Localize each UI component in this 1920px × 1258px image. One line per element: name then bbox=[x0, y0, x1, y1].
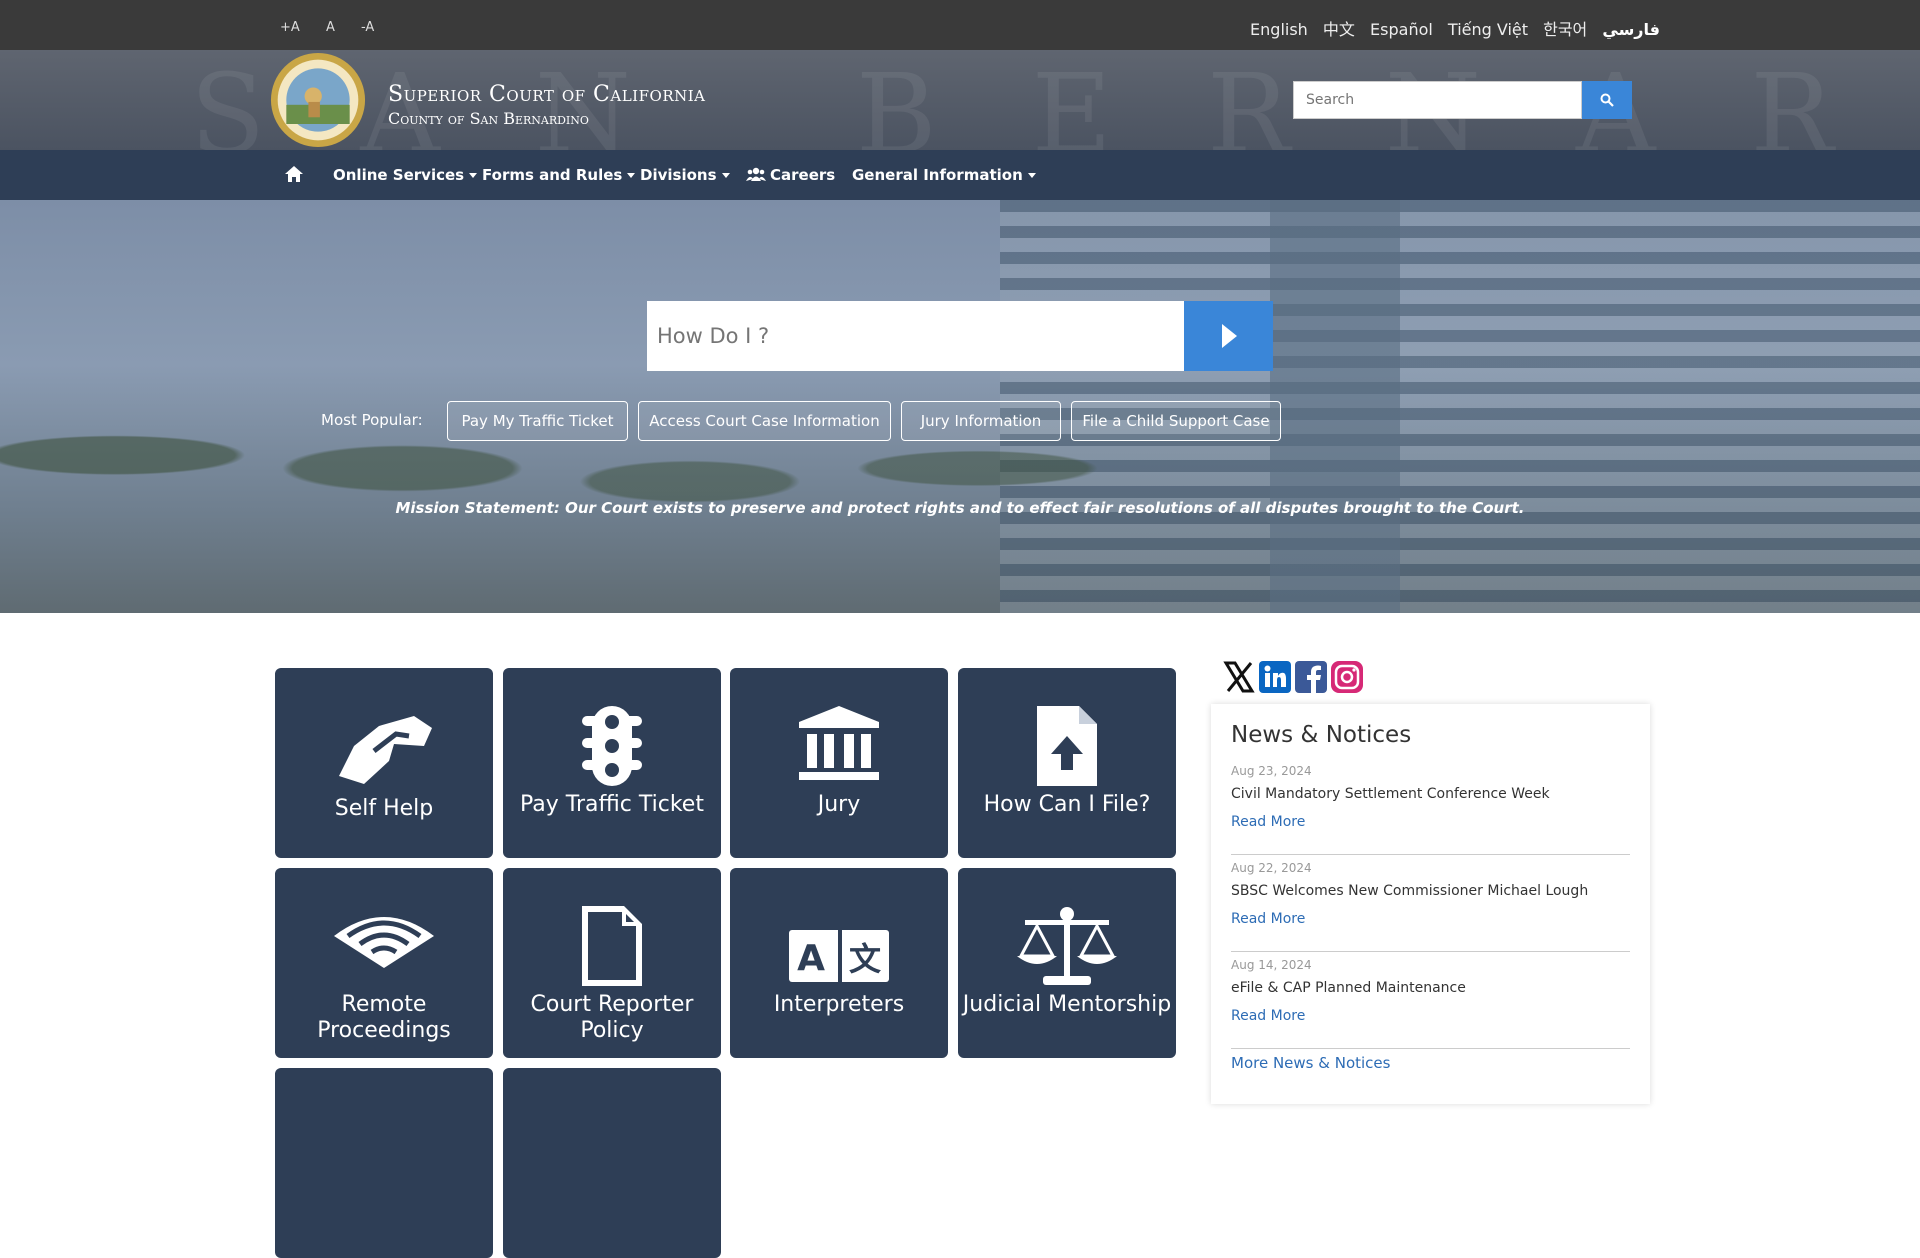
tile-label: Jury bbox=[817, 792, 861, 817]
tile-self-help[interactable]: Self Help bbox=[275, 668, 493, 858]
news-heading: News & Notices bbox=[1231, 722, 1412, 748]
popular-pay-traffic-ticket[interactable]: Pay My Traffic Ticket bbox=[447, 401, 628, 441]
news-date: Aug 22, 2024 bbox=[1231, 861, 1312, 875]
document-icon bbox=[582, 906, 642, 986]
lang-english[interactable]: English bbox=[1250, 20, 1308, 39]
lang-chinese[interactable]: 中文 bbox=[1323, 20, 1355, 39]
nav-online-services[interactable]: Online Services bbox=[333, 166, 478, 184]
how-do-i-input[interactable] bbox=[647, 301, 1184, 371]
tile-label: Self Help bbox=[334, 796, 434, 821]
tile-label: Judicial Mentorship bbox=[962, 992, 1172, 1017]
lang-vietnamese[interactable]: Tiếng Việt bbox=[1448, 20, 1528, 39]
wifi-icon bbox=[334, 917, 434, 968]
read-more-link[interactable]: Read More bbox=[1231, 814, 1305, 830]
read-more-link[interactable]: Read More bbox=[1231, 911, 1305, 927]
tile-jury[interactable]: Jury bbox=[730, 668, 948, 858]
news-title[interactable]: SBSC Welcomes New Commissioner Michael L… bbox=[1231, 883, 1588, 899]
utility-bar: +A A -A English 中文 Español Tiếng Việt 한국… bbox=[0, 0, 1920, 50]
tile-court-reporter-policy[interactable]: Court Reporter Policy bbox=[503, 868, 721, 1058]
font-decrease-button[interactable]: -A bbox=[361, 20, 374, 35]
home-icon[interactable] bbox=[285, 166, 303, 182]
most-popular-label: Most Popular: bbox=[321, 411, 423, 429]
site-title[interactable]: Superior Court of California County of S… bbox=[388, 82, 706, 128]
instagram-icon[interactable] bbox=[1331, 661, 1363, 693]
county-name: County of San Bernardino bbox=[388, 109, 589, 128]
tile-label: Court Reporter Policy bbox=[530, 992, 694, 1043]
popular-jury-information[interactable]: Jury Information bbox=[901, 401, 1061, 441]
tile-label: Remote Proceedings bbox=[317, 992, 451, 1043]
more-news-link[interactable]: More News & Notices bbox=[1231, 1054, 1390, 1072]
court-name: Superior Court of California bbox=[388, 82, 706, 107]
palm-trees-photo bbox=[0, 350, 1150, 613]
courthouse-photo-tower bbox=[1270, 200, 1400, 613]
tile-how-can-i-file[interactable]: How Can I File? bbox=[958, 668, 1176, 858]
news-date: Aug 23, 2024 bbox=[1231, 764, 1312, 778]
nav-general-information[interactable]: General Information bbox=[852, 166, 1036, 184]
font-increase-button[interactable]: +A bbox=[280, 20, 300, 35]
scales-icon bbox=[1017, 907, 1117, 985]
how-do-i-submit-button[interactable] bbox=[1184, 301, 1273, 371]
tile-partial[interactable] bbox=[503, 1068, 721, 1258]
tile-interpreters[interactable]: A 文 Interpreters bbox=[730, 868, 948, 1058]
font-size-controls: +A A -A bbox=[280, 20, 396, 35]
mission-statement: Mission Statement: Our Court exists to p… bbox=[395, 499, 1525, 517]
svg-text:文: 文 bbox=[849, 940, 881, 978]
language-selector: English 中文 Español Tiếng Việt 한국어 فارسي bbox=[1240, 16, 1660, 40]
lang-korean[interactable]: 한국어 bbox=[1543, 20, 1587, 39]
play-arrow-icon bbox=[1221, 324, 1237, 348]
news-panel: News & Notices Aug 23, 2024 Civil Mandat… bbox=[1211, 704, 1650, 1104]
court-seal-logo[interactable] bbox=[270, 52, 366, 148]
tile-label: Interpreters bbox=[773, 992, 905, 1017]
lang-farsi[interactable]: فارسي bbox=[1602, 20, 1660, 39]
site-search-input[interactable] bbox=[1293, 81, 1582, 119]
x-icon[interactable] bbox=[1223, 661, 1255, 693]
news-item: Aug 14, 2024 eFile & CAP Planned Mainten… bbox=[1231, 958, 1630, 1049]
nav-careers[interactable]: Careers bbox=[746, 166, 835, 184]
popular-child-support-case[interactable]: File a Child Support Case bbox=[1071, 401, 1281, 441]
news-date: Aug 14, 2024 bbox=[1231, 958, 1312, 972]
handshake-icon bbox=[339, 716, 432, 784]
read-more-link[interactable]: Read More bbox=[1231, 1008, 1305, 1024]
tile-label: Pay Traffic Ticket bbox=[520, 792, 704, 817]
tile-partial[interactable] bbox=[275, 1068, 493, 1258]
lang-spanish[interactable]: Español bbox=[1370, 20, 1433, 39]
nav-divisions[interactable]: Divisions bbox=[640, 166, 730, 184]
news-title[interactable]: Civil Mandatory Settlement Conference We… bbox=[1231, 786, 1550, 802]
svg-text:A: A bbox=[797, 938, 825, 979]
tile-label: How Can I File? bbox=[983, 792, 1151, 817]
search-icon bbox=[1600, 93, 1614, 107]
courthouse-icon bbox=[799, 706, 879, 780]
tile-judicial-mentorship[interactable]: Judicial Mentorship bbox=[958, 868, 1176, 1058]
tile-remote-proceedings[interactable]: Remote Proceedings bbox=[275, 868, 493, 1058]
tile-pay-traffic-ticket[interactable]: Pay Traffic Ticket bbox=[503, 668, 721, 858]
news-item: Aug 22, 2024 SBSC Welcomes New Commissio… bbox=[1231, 861, 1630, 952]
main-navigation: Online Services Forms and Rules Division… bbox=[0, 150, 1920, 200]
facebook-icon[interactable] bbox=[1295, 661, 1327, 693]
users-icon bbox=[746, 167, 766, 181]
font-normal-button[interactable]: A bbox=[326, 20, 335, 35]
news-title[interactable]: eFile & CAP Planned Maintenance bbox=[1231, 980, 1466, 996]
traffic-light-icon bbox=[582, 706, 642, 786]
linkedin-icon[interactable] bbox=[1259, 661, 1291, 693]
file-upload-icon bbox=[1037, 706, 1097, 786]
nav-forms-and-rules[interactable]: Forms and Rules bbox=[482, 166, 636, 184]
popular-access-court-case[interactable]: Access Court Case Information bbox=[638, 401, 891, 441]
news-item: Aug 23, 2024 Civil Mandatory Settlement … bbox=[1231, 764, 1630, 855]
language-icon: A 文 bbox=[789, 930, 889, 982]
site-search-button[interactable] bbox=[1582, 81, 1632, 119]
